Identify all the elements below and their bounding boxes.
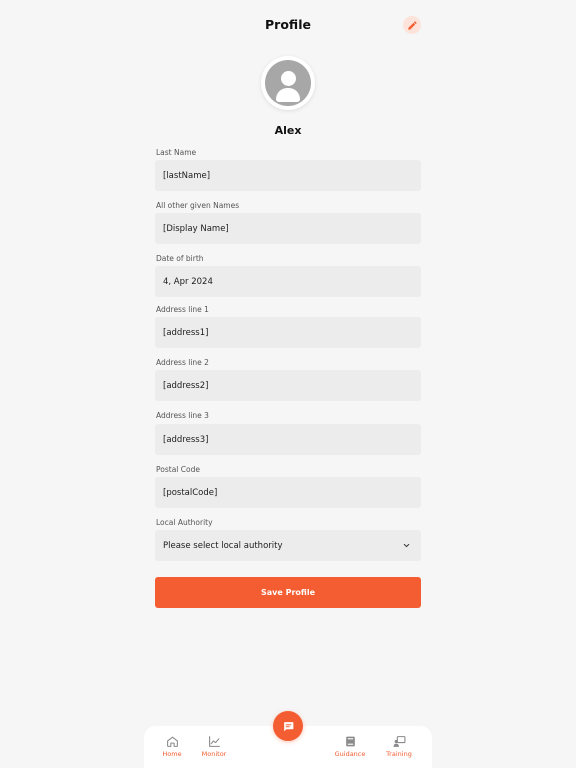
pencil-icon [407,20,417,30]
nav-training-label: Training [386,750,412,758]
nav-training[interactable]: Training [379,735,419,758]
nav-monitor-label: Monitor [201,750,227,758]
address-line-2-field[interactable]: [address2] [155,370,421,401]
given-names-field[interactable]: [Display Name] [155,213,421,244]
last-name-field[interactable]: [lastName] [155,160,421,191]
save-profile-button[interactable]: Save Profile [155,577,421,608]
chevron-down-icon [403,543,410,548]
page-title: Profile [265,17,311,32]
postal-code-label: Postal Code [156,465,200,474]
chart-line-icon [208,736,220,747]
edit-profile-button[interactable] [403,16,421,34]
local-authority-value: Please select local authority [163,540,283,551]
address-line-3-label: Address line 3 [156,411,209,420]
book-icon [345,736,355,747]
avatar[interactable] [261,56,315,110]
user-name: Alex [274,124,302,137]
profile-screen: Profile Alex Last Name [lastName] All ot… [0,0,576,768]
address-line-3-field[interactable]: [address3] [155,424,421,455]
nav-guidance[interactable]: Guidance [330,735,370,758]
nav-guidance-label: Guidance [334,750,366,758]
date-of-birth-field[interactable]: 4, Apr 2024 [155,266,421,297]
date-of-birth-label: Date of birth [156,254,204,263]
chat-bubble-icon [283,721,293,731]
local-authority-label: Local Authority [156,518,213,527]
last-name-label: Last Name [156,148,197,157]
address-line-1-field[interactable]: [address1] [155,317,421,348]
nav-home[interactable]: Home [152,735,192,758]
address-line-2-label: Address line 2 [156,358,209,367]
local-authority-select[interactable]: Please select local authority [155,530,421,561]
user-avatar-icon [265,60,311,106]
presentation-icon [393,736,405,747]
nav-home-label: Home [162,750,182,758]
nav-monitor[interactable]: Monitor [194,735,234,758]
postal-code-field[interactable]: [postalCode] [155,477,421,508]
given-names-label: All other given Names [156,201,240,210]
chat-button[interactable] [273,711,303,741]
home-icon [166,736,178,747]
address-line-1-label: Address line 1 [156,305,209,314]
